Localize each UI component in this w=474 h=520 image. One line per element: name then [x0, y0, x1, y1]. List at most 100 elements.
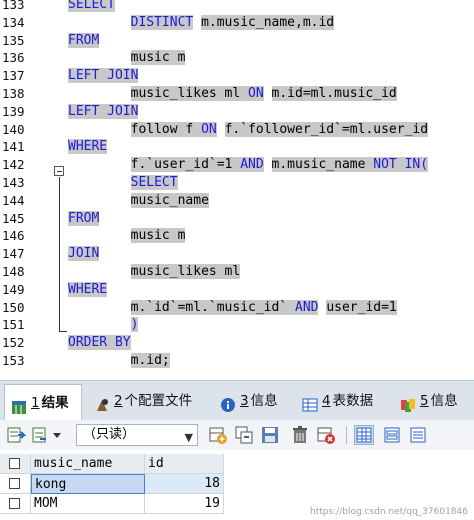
table-cell-id[interactable]: 19 — [145, 494, 224, 514]
sql-text: music m — [130, 50, 186, 66]
line-number: 137 — [2, 68, 25, 84]
code-text: LEFT JOIN — [68, 103, 139, 121]
code-line: 152 ORDER BY — [0, 334, 474, 352]
result-grid[interactable]: music_name id kong 18 MOM 19 https://blo… — [0, 450, 474, 520]
code-line: 139 LEFT JOIN — [0, 103, 474, 121]
add-row-icon[interactable] — [208, 425, 228, 445]
select-all-checkbox[interactable] — [9, 458, 20, 469]
delete-icon[interactable] — [290, 425, 310, 445]
toolbar-divider — [346, 426, 347, 444]
sql-keyword: AND — [295, 299, 319, 315]
line-number: 143 — [2, 175, 25, 190]
save-icon[interactable] — [260, 425, 280, 445]
code-text: music_name — [68, 192, 209, 210]
sql-text: m.id=ml.music_id — [271, 86, 397, 101]
line-number: 150 — [2, 299, 25, 315]
code-text: DISTINCT m.music_name,m.id — [68, 14, 335, 32]
sql-keyword: ON — [201, 121, 217, 137]
sql-keyword: FROM — [68, 32, 100, 48]
code-text: m.`id`=ml.`music_id` AND user_id=1 — [68, 299, 397, 317]
fold-toggle-icon[interactable] — [54, 166, 64, 176]
sql-keyword: LEFT JOIN — [68, 68, 139, 84]
sql-keyword: ON — [248, 86, 264, 101]
row-selector[interactable] — [0, 494, 31, 514]
code-line: 150 m.`id`=ml.`music_id` AND user_id=1 — [0, 299, 474, 317]
duplicate-row-icon[interactable] — [234, 425, 254, 445]
sql-keyword: JOIN — [68, 246, 100, 262]
table-cell-music-name[interactable]: MOM — [31, 494, 145, 514]
line-number: 147 — [2, 246, 25, 262]
table-data-icon — [302, 393, 318, 412]
column-header-music-name[interactable]: music_name — [31, 454, 145, 474]
code-text: JOIN — [68, 245, 100, 263]
export-icon[interactable] — [6, 425, 27, 445]
line-number: 134 — [2, 14, 25, 30]
chevron-down-icon: ▼ — [184, 431, 193, 444]
tab-info[interactable]: 3 信息 — [214, 385, 294, 417]
code-line: 135 FROM — [0, 32, 474, 50]
sql-text: user_id=1 — [326, 299, 397, 315]
form-view-icon[interactable] — [382, 425, 402, 445]
row-selector[interactable] — [0, 474, 31, 494]
code-text: FROM — [68, 32, 100, 50]
result-tabs: 1 结果 2 个配置文件 3 信息 4 表数据 5 信息 — [0, 380, 474, 421]
result-toolbar: （只读） ▼ — [0, 420, 474, 450]
code-text: SELECT — [68, 0, 115, 14]
code-line: 147 JOIN — [0, 245, 474, 263]
row-checkbox[interactable] — [9, 498, 20, 509]
watermark: https://blog.csdn.net/qq_37601846 — [309, 507, 468, 517]
code-line: 151 ) — [0, 316, 474, 334]
sql-text: music_name — [130, 192, 209, 208]
line-number: 140 — [2, 121, 25, 137]
cancel-changes-icon[interactable] — [316, 425, 336, 445]
code-text: music_likes ml — [68, 263, 241, 281]
line-number: 149 — [2, 281, 25, 297]
text-view-icon[interactable] — [408, 425, 428, 445]
code-text: FROM — [68, 210, 100, 228]
line-number: 148 — [2, 264, 25, 279]
line-number: 135 — [2, 32, 25, 48]
grid-view-icon[interactable] — [354, 425, 374, 445]
fold-guide-line — [59, 177, 60, 331]
code-line: 149 WHERE — [0, 281, 474, 299]
line-number: 141 — [2, 139, 25, 155]
sql-editor[interactable]: 133 SELECT 134 DISTINCT m.music_name,m.id 1… — [0, 0, 474, 378]
code-line: 140 follow f ON f.`follower_id`=ml.user_… — [0, 121, 474, 139]
tab-label: 结果 — [41, 395, 69, 411]
sql-keyword: WHERE — [68, 139, 108, 155]
line-number: 144 — [2, 192, 25, 208]
history-icon — [400, 393, 416, 412]
column-header-id[interactable]: id — [145, 454, 224, 474]
line-number: 133 — [2, 0, 25, 12]
tab-number: 5 — [420, 393, 429, 409]
table-cell-id[interactable]: 18 — [145, 474, 224, 494]
code-line: 148 music_likes ml — [0, 263, 474, 281]
code-text: ) — [68, 316, 139, 334]
code-text: music_likes ml ON m.id=ml.music_id — [68, 85, 397, 103]
profile-icon — [94, 393, 110, 411]
tab-history[interactable]: 5 信息 — [394, 385, 472, 417]
import-dropdown-icon[interactable] — [32, 425, 61, 445]
tab-profiles[interactable]: 2 个配置文件 — [88, 385, 208, 417]
code-text: WHERE — [68, 281, 108, 299]
mode-value: （只读） — [83, 427, 136, 442]
code-line: 133 SELECT — [0, 0, 474, 14]
code-text: ORDER BY — [68, 334, 131, 352]
code-line: 136 music m — [0, 49, 474, 67]
tab-table-data[interactable]: 4 表数据 — [296, 385, 390, 417]
sql-keyword: AND — [240, 157, 264, 173]
sql-text: m.id; — [130, 353, 170, 368]
select-all-header[interactable] — [0, 454, 31, 474]
read-only-mode-select[interactable]: （只读） ▼ — [76, 424, 198, 446]
table-cell-music-name[interactable]: kong — [31, 474, 145, 494]
code-line: 134 DISTINCT m.music_name,m.id — [0, 14, 474, 32]
code-line: 143 SELECT — [0, 174, 474, 192]
sql-keyword: ORDER BY — [68, 335, 131, 351]
code-line: 146 music m — [0, 227, 474, 245]
code-text: WHERE — [68, 138, 108, 156]
sql-text: music m — [130, 228, 186, 244]
row-checkbox[interactable] — [9, 478, 20, 489]
tab-results[interactable]: 1 结果 — [4, 384, 82, 421]
